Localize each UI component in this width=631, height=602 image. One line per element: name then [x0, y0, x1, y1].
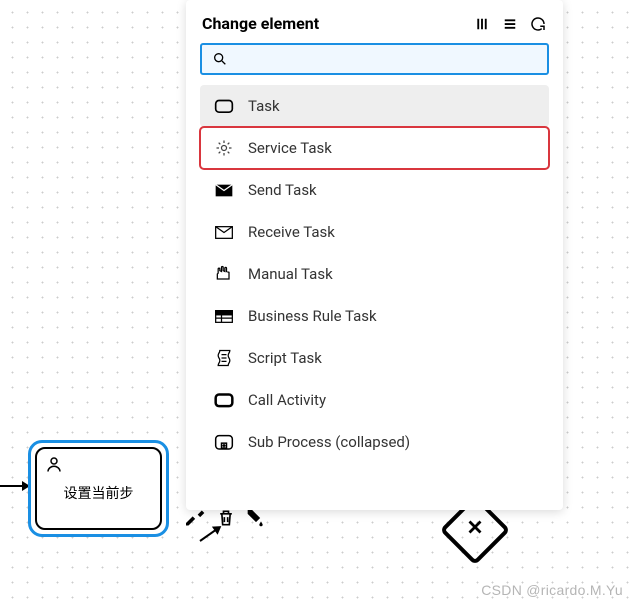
type-item-business-rule-task[interactable]: Business Rule Task	[200, 295, 549, 337]
popup-header-actions	[473, 15, 547, 33]
task-node-inner: 设置当前步	[35, 447, 162, 530]
type-label: Sub Process (collapsed)	[248, 433, 410, 451]
popup-title: Change element	[202, 14, 319, 33]
type-label: Task	[248, 97, 280, 115]
type-item-service-task[interactable]: Service Task	[200, 127, 549, 169]
manual-task-icon	[214, 265, 234, 283]
type-label: Manual Task	[248, 265, 333, 283]
sequential-marker-icon[interactable]	[501, 15, 519, 33]
type-label: Receive Task	[248, 223, 335, 241]
search-input[interactable]	[236, 51, 537, 67]
type-item-sub-process[interactable]: Sub Process (collapsed)	[200, 421, 549, 463]
type-item-script-task[interactable]: Script Task	[200, 337, 549, 379]
wrench-icon[interactable]	[186, 508, 206, 528]
type-label: Call Activity	[248, 391, 326, 409]
parallel-marker-icon[interactable]	[473, 15, 491, 33]
business-rule-task-icon	[214, 307, 234, 325]
call-activity-icon	[214, 391, 234, 409]
type-label: Send Task	[248, 181, 317, 199]
search-icon	[212, 51, 228, 67]
type-list[interactable]: Task Service Task Send Task Receive Task…	[186, 85, 559, 510]
type-label: Business Rule Task	[248, 307, 377, 325]
script-task-icon	[214, 349, 234, 367]
task-icon	[214, 97, 234, 115]
service-task-icon	[214, 139, 234, 157]
send-task-icon	[214, 181, 234, 199]
watermark: CSDN @ricardo.M.Yu	[481, 582, 623, 598]
search-container	[186, 43, 563, 85]
bpmn-task-node[interactable]: 设置当前步	[28, 440, 169, 537]
type-label: Service Task	[248, 139, 332, 157]
loop-marker-icon[interactable]	[529, 15, 547, 33]
popup-header: Change element	[186, 0, 563, 43]
gateway-x-icon	[464, 515, 486, 545]
type-item-task[interactable]: Task	[200, 85, 549, 127]
user-icon	[45, 455, 63, 473]
search-box[interactable]	[200, 43, 549, 75]
change-element-popup: Change element Task	[186, 0, 563, 510]
context-toolbar	[186, 508, 266, 528]
color-icon[interactable]	[246, 508, 266, 528]
receive-task-icon	[214, 223, 234, 241]
incoming-flow-arrow	[0, 485, 28, 487]
type-item-manual-task[interactable]: Manual Task	[200, 253, 549, 295]
task-label: 设置当前步	[45, 483, 152, 503]
type-label: Script Task	[248, 349, 322, 367]
type-item-send-task[interactable]: Send Task	[200, 169, 549, 211]
sub-process-icon	[214, 433, 234, 451]
type-item-receive-task[interactable]: Receive Task	[200, 211, 549, 253]
type-item-call-activity[interactable]: Call Activity	[200, 379, 549, 421]
